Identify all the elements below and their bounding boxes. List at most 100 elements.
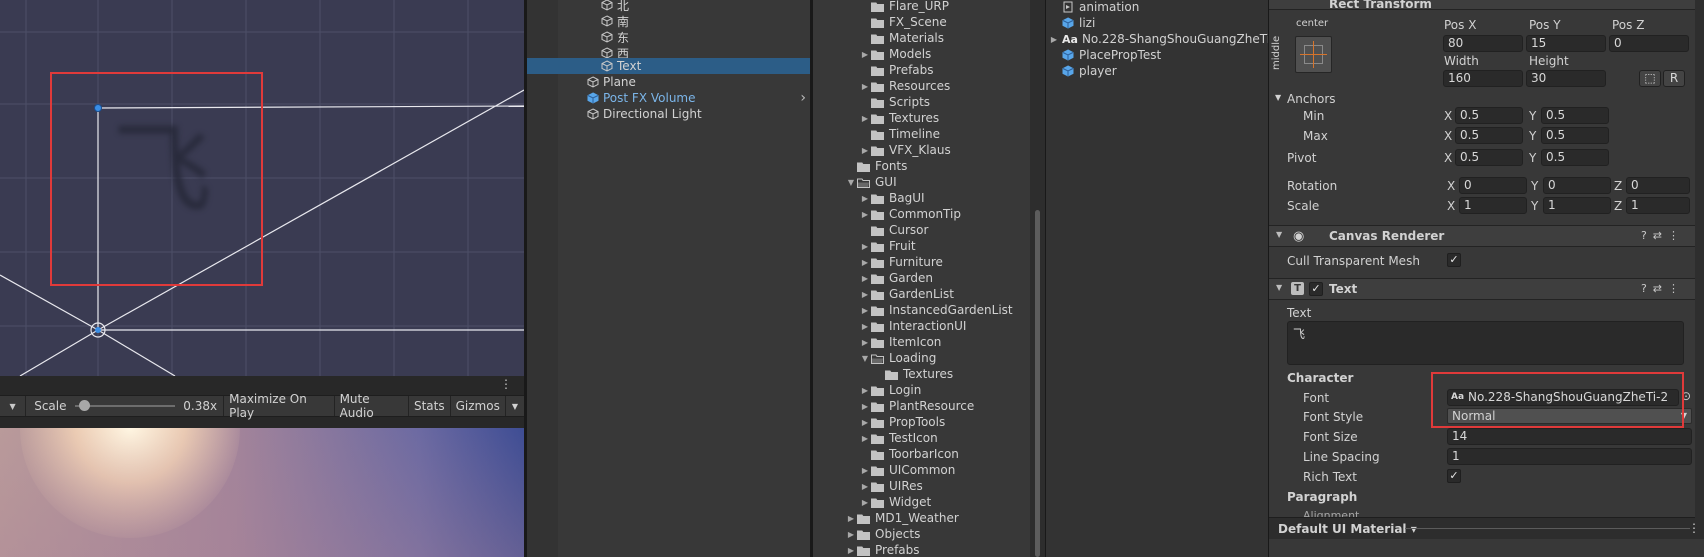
folder-expand-icon[interactable]: ▶ xyxy=(859,146,871,155)
folder-expand-icon[interactable]: ▶ xyxy=(859,114,871,123)
scale-y-field[interactable]: 1 xyxy=(1543,197,1611,214)
anchor-preset-button[interactable] xyxy=(1295,36,1332,73)
material-menu-icon[interactable]: ⋮ xyxy=(1688,521,1700,535)
asset-item[interactable]: PlacePropTest xyxy=(1046,47,1161,63)
project-folder[interactable]: ▶ Garden xyxy=(859,270,933,286)
hierarchy-item[interactable]: Post FX Volume › xyxy=(527,90,810,106)
asset-item[interactable]: player xyxy=(1046,63,1117,79)
prefab-open-chevron-icon[interactable]: › xyxy=(800,90,806,106)
mute-audio-button[interactable]: Mute Audio xyxy=(333,392,408,420)
hierarchy-item[interactable]: 北 xyxy=(527,0,810,13)
pivot-y-field[interactable]: 0.5 xyxy=(1541,149,1609,166)
hierarchy-item[interactable]: Text xyxy=(527,58,810,74)
min-x-field[interactable]: 0.5 xyxy=(1455,107,1523,124)
gizmos-dropdown-icon[interactable]: ▼ xyxy=(504,396,524,416)
height-field[interactable]: 30 xyxy=(1526,70,1606,87)
folder-expand-icon[interactable]: ▶ xyxy=(859,242,871,251)
asset-item[interactable]: animation xyxy=(1046,0,1139,15)
scale-x-field[interactable]: 1 xyxy=(1459,197,1527,214)
hierarchy-item[interactable]: Directional Light xyxy=(527,106,810,122)
pos-x-field[interactable]: 80 xyxy=(1443,35,1523,52)
folder-expand-icon[interactable]: ▶ xyxy=(845,530,857,539)
project-folder[interactable]: ▼ GUI xyxy=(845,174,897,190)
project-folder[interactable]: ▶ UIRes xyxy=(859,478,923,494)
raw-edit-button[interactable]: R xyxy=(1663,70,1685,87)
pos-y-field[interactable]: 15 xyxy=(1526,35,1606,52)
cull-transparent-checkbox[interactable]: ✓ xyxy=(1447,253,1461,267)
project-folder[interactable]: ▶ GardenList xyxy=(859,286,954,302)
font-size-field[interactable]: 14 xyxy=(1447,428,1692,445)
project-folder[interactable]: Flare_URP xyxy=(859,0,949,14)
folder-expand-icon[interactable]: ▶ xyxy=(859,338,871,347)
project-folder[interactable]: ▶ TestIcon xyxy=(859,430,938,446)
width-field[interactable]: 160 xyxy=(1443,70,1523,87)
folder-expand-icon[interactable]: ▶ xyxy=(859,482,871,491)
project-folder[interactable]: ▶ Models xyxy=(859,46,931,62)
rotation-x-field[interactable]: 0 xyxy=(1459,177,1527,194)
folder-expand-icon[interactable]: ▶ xyxy=(859,434,871,443)
project-folder[interactable]: ▶ PropTools xyxy=(859,414,945,430)
folder-expand-icon[interactable]: ▶ xyxy=(859,50,871,59)
folder-expand-icon[interactable]: ▶ xyxy=(859,290,871,299)
inspector-scrollbar[interactable] xyxy=(1695,0,1704,520)
project-folder[interactable]: ▶ Objects xyxy=(845,526,920,542)
asset-expand-icon[interactable]: ▶ xyxy=(1046,35,1062,44)
folder-expand-icon[interactable]: ▶ xyxy=(859,466,871,475)
rich-text-checkbox[interactable]: ✓ xyxy=(1447,469,1461,483)
project-folder[interactable]: ▶ Textures xyxy=(859,110,939,126)
folder-expand-icon[interactable]: ▶ xyxy=(859,418,871,427)
blueprint-mode-button[interactable]: ⬚ xyxy=(1639,70,1661,87)
folder-expand-icon[interactable]: ▶ xyxy=(859,194,871,203)
asset-item[interactable]: lizi xyxy=(1046,15,1095,31)
text-enabled-checkbox[interactable]: ✓ xyxy=(1309,282,1323,296)
project-folder[interactable]: ▶ Widget xyxy=(859,494,931,510)
anchors-expand-icon[interactable]: ▼ xyxy=(1275,93,1281,102)
pos-z-field[interactable]: 0 xyxy=(1609,35,1689,52)
project-folder[interactable]: ▶ PlantResource xyxy=(859,398,974,414)
project-folder[interactable]: ▶ ItemIcon xyxy=(859,334,941,350)
min-y-field[interactable]: 0.5 xyxy=(1541,107,1609,124)
maximize-on-play-button[interactable]: Maximize On Play xyxy=(223,392,333,420)
folder-expand-icon[interactable]: ▶ xyxy=(859,402,871,411)
max-x-field[interactable]: 0.5 xyxy=(1455,127,1523,144)
project-folder[interactable]: Fonts xyxy=(845,158,907,174)
folder-expand-icon[interactable]: ▶ xyxy=(845,514,857,523)
gizmos-button[interactable]: Gizmos xyxy=(449,396,505,416)
project-folder[interactable]: ▶ UICommon xyxy=(859,462,955,478)
folder-expand-icon[interactable]: ▼ xyxy=(845,178,857,187)
max-y-field[interactable]: 0.5 xyxy=(1541,127,1609,144)
scale-z-field[interactable]: 1 xyxy=(1626,197,1690,214)
project-folder[interactable]: ▶ Fruit xyxy=(859,238,916,254)
project-folder[interactable]: ▶ MD1_Weather xyxy=(845,510,959,526)
folder-expand-icon[interactable]: ▶ xyxy=(859,210,871,219)
line-spacing-field[interactable]: 1 xyxy=(1447,448,1692,465)
material-dropdown[interactable]: Default UI Material ▾ xyxy=(1278,522,1417,536)
folder-expand-icon[interactable]: ▶ xyxy=(859,498,871,507)
folder-expand-icon[interactable]: ▶ xyxy=(859,258,871,267)
project-folder[interactable]: Materials xyxy=(859,30,944,46)
scale-slider-thumb[interactable] xyxy=(79,400,91,411)
component-tools-icons[interactable]: ?⇄⋮ xyxy=(1641,229,1685,242)
tree-scrollbar[interactable] xyxy=(1030,0,1045,557)
material-bar[interactable]: Default UI Material ▾ ⋮ xyxy=(1269,517,1704,539)
project-folder[interactable]: ▶ VFX_Klaus xyxy=(859,142,951,158)
project-folder[interactable]: ▶ Login xyxy=(859,382,921,398)
hierarchy-item[interactable]: 东 xyxy=(527,29,810,45)
rotation-y-field[interactable]: 0 xyxy=(1543,177,1611,194)
rect-transform-header[interactable]: Rect Transform xyxy=(1269,0,1695,11)
folder-expand-icon[interactable]: ▶ xyxy=(859,82,871,91)
hierarchy-item[interactable]: Plane xyxy=(527,74,810,90)
project-folder[interactable]: Textures xyxy=(873,366,953,382)
display-dropdown-icon[interactable]: ▼ xyxy=(0,396,27,416)
project-folder[interactable]: Timeline xyxy=(859,126,940,142)
text-component-header[interactable]: ▼ T ✓ Text ?⇄⋮ xyxy=(1269,278,1695,300)
project-folder[interactable]: ToorbarIcon xyxy=(859,446,959,462)
folder-expand-icon[interactable]: ▶ xyxy=(859,306,871,315)
folder-expand-icon[interactable]: ▶ xyxy=(845,546,857,555)
folder-expand-icon[interactable]: ▼ xyxy=(859,354,871,363)
scene-view[interactable]: 飞 xyxy=(0,0,524,376)
project-folder[interactable]: ▶ Prefabs xyxy=(845,542,920,557)
project-folder[interactable]: ▶ InteractionUI xyxy=(859,318,967,334)
project-folder[interactable]: ▶ Furniture xyxy=(859,254,943,270)
folder-expand-icon[interactable]: ▶ xyxy=(859,274,871,283)
